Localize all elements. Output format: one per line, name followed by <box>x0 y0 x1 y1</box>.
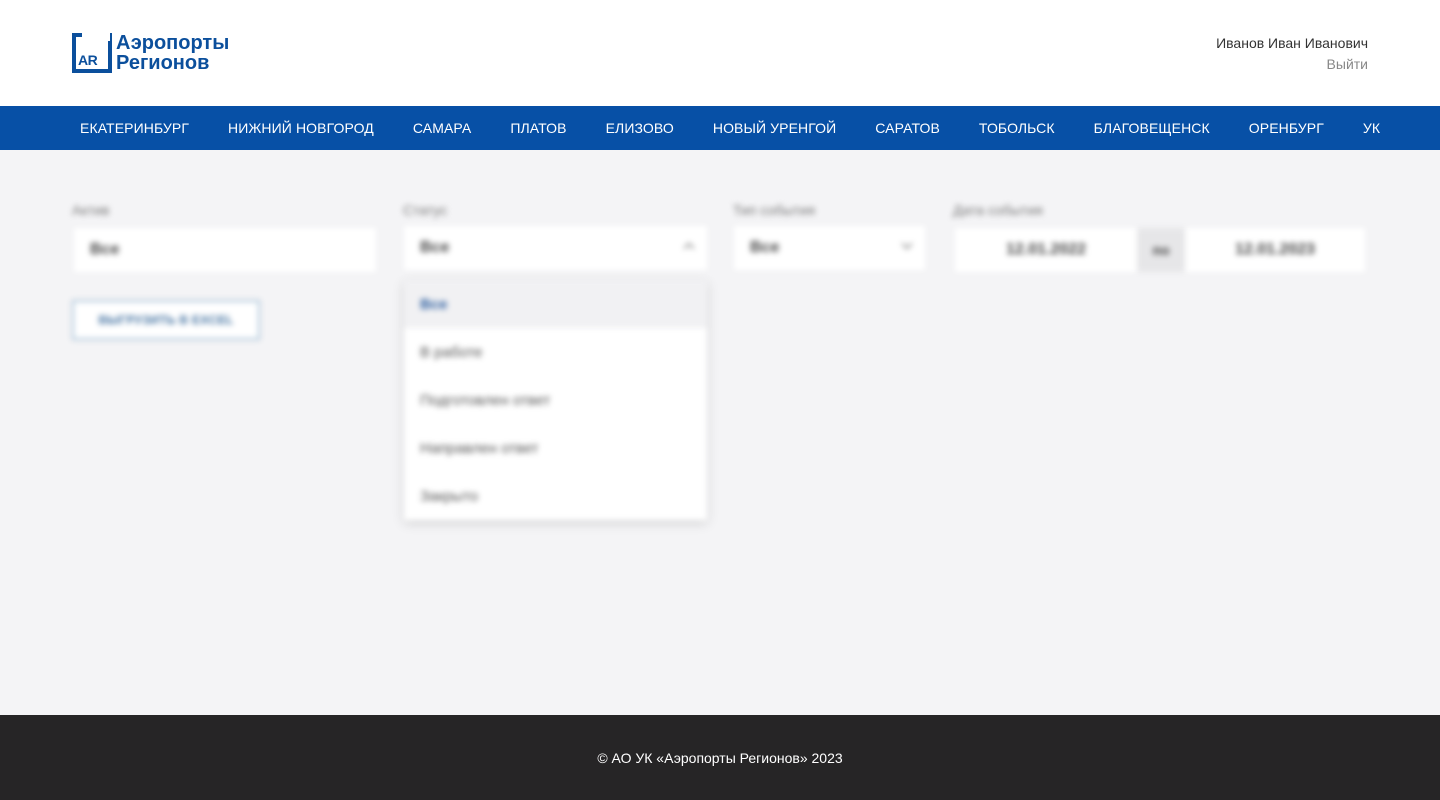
status-select[interactable]: Все <box>404 226 707 270</box>
status-value: Все <box>420 239 450 256</box>
date-separator-text: по <box>1152 242 1170 258</box>
event-type-select[interactable]: Все <box>734 226 925 270</box>
user-name: Иванов Иван Иванович <box>1216 35 1368 51</box>
status-option-label: Все <box>420 295 448 313</box>
date-separator: по <box>1137 228 1185 272</box>
nav-item-orenburg[interactable]: ОРЕНБУРГ <box>1249 120 1324 136</box>
export-excel-button[interactable]: ВЫГРУЗИТЬ В EXCEL <box>72 300 260 340</box>
event-type-value: Все <box>750 239 780 256</box>
logo[interactable]: AR Аэропорты Регионов <box>72 32 229 74</box>
nav-item-samara[interactable]: САМАРА <box>413 120 471 136</box>
nav-item-platov[interactable]: ПЛАТОВ <box>510 120 566 136</box>
nav-item-ekaterinburg[interactable]: ЕКАТЕРИНБУРГ <box>80 120 189 136</box>
logo-text: Аэропорты Регионов <box>116 33 229 73</box>
chevron-up-icon <box>683 242 695 254</box>
nav-item-elizovo[interactable]: ЕЛИЗОВО <box>606 120 674 136</box>
nav-item-uk[interactable]: УК <box>1363 120 1380 136</box>
date-to-value: 12.01.2023 <box>1234 241 1316 258</box>
export-excel-label: ВЫГРУЗИТЬ В EXCEL <box>98 313 234 327</box>
status-option-answer-sent[interactable]: Направлен ответ <box>404 424 707 472</box>
airport-nav: ЕКАТЕРИНБУРГ НИЖНИЙ НОВГОРОД САМАРА ПЛАТ… <box>0 106 1440 150</box>
status-option-closed[interactable]: Закрыто <box>404 472 707 520</box>
status-option-label: Подготовлен ответ <box>420 391 551 409</box>
logout-link[interactable]: Выйти <box>1216 55 1368 73</box>
logo-text-line2: Регионов <box>116 52 210 74</box>
user-box: Иванов Иван Иванович Выйти <box>1216 34 1368 73</box>
nav-item-tobolsk[interactable]: ТОБОЛЬСК <box>979 120 1055 136</box>
logo-text-line1: Аэропорты <box>116 32 230 54</box>
main-content: Актив Все Статус Все Тип события Все Дат… <box>0 150 1440 715</box>
status-option-all[interactable]: Все <box>404 280 707 328</box>
event-type-label: Тип события <box>733 202 816 218</box>
event-date-label: Дата события <box>953 202 1043 218</box>
footer: © АО УК «Аэропорты Регионов» 2023 <box>0 715 1440 800</box>
status-option-answer-prepared[interactable]: Подготовлен ответ <box>404 376 707 424</box>
date-to-input[interactable]: 12.01.2023 <box>1185 228 1365 272</box>
logo-mark-icon: AR <box>72 33 112 73</box>
date-from-input[interactable]: 12.01.2022 <box>955 228 1137 272</box>
status-option-label: Закрыто <box>420 487 479 505</box>
footer-copyright: © АО УК «Аэропорты Регионов» 2023 <box>597 749 843 766</box>
logo-mark-letters: AR <box>78 52 98 68</box>
nav-item-novy-urengoy[interactable]: НОВЫЙ УРЕНГОЙ <box>713 120 836 136</box>
status-label: Статус <box>403 202 448 218</box>
asset-select[interactable]: Все <box>74 228 376 272</box>
header: AR Аэропорты Регионов Иванов Иван Иванов… <box>0 0 1440 106</box>
status-option-label: В работе <box>420 343 483 361</box>
status-option-label: Направлен ответ <box>420 439 539 457</box>
nav-item-saratov[interactable]: САРАТОВ <box>875 120 940 136</box>
date-from-value: 12.01.2022 <box>1005 241 1087 258</box>
asset-value: Все <box>90 241 120 258</box>
status-option-in-progress[interactable]: В работе <box>404 328 707 376</box>
status-dropdown: Все В работе Подготовлен ответ Направлен… <box>404 280 707 520</box>
chevron-down-icon <box>901 238 913 250</box>
nav-item-nizhny-novgorod[interactable]: НИЖНИЙ НОВГОРОД <box>228 120 374 136</box>
nav-item-blagoveshchensk[interactable]: БЛАГОВЕЩЕНСК <box>1094 120 1210 136</box>
asset-label: Актив <box>72 202 110 218</box>
